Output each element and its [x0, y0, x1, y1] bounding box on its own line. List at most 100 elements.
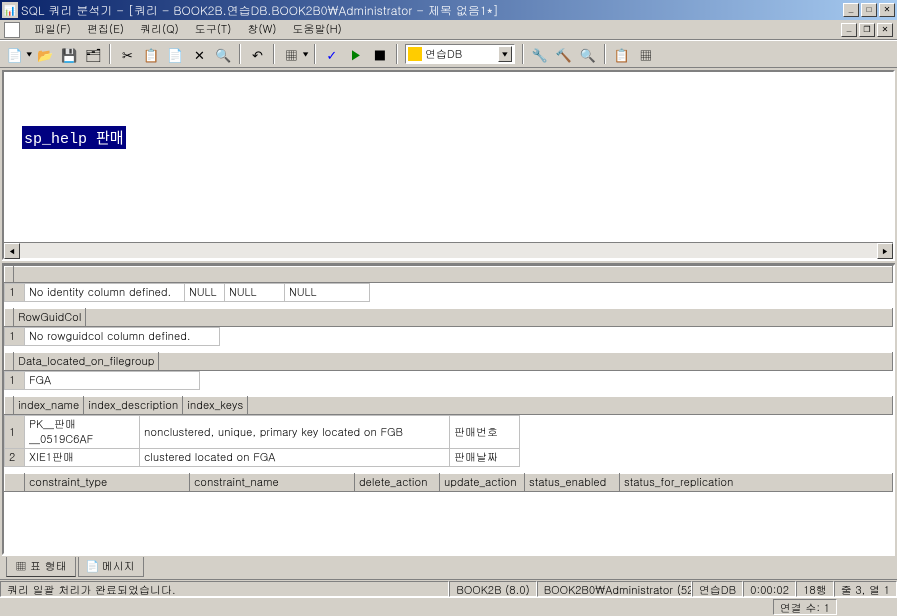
app-status-bar: 연결 수: 1 [0, 597, 897, 615]
mdi-restore-button[interactable]: ❐ [859, 23, 875, 37]
status-message: 쿼리 일괄 처리가 완료되었습니다. [0, 581, 449, 597]
column-header: status_for_replication [620, 474, 893, 492]
column-header: Data_located_on_filegroup [14, 353, 159, 371]
cut-button[interactable]: ✂ [116, 43, 138, 65]
maximize-button[interactable]: □ [861, 3, 877, 17]
grid-icon: ▦ [15, 561, 27, 573]
menu-query[interactable]: 쿼리(Q) [132, 20, 187, 39]
mdi-close-button[interactable]: ✕ [877, 23, 893, 37]
column-header: index_description [84, 397, 183, 415]
cell: FGA [25, 372, 200, 390]
dropdown-arrow-icon[interactable]: ▼ [26, 49, 32, 59]
dropdown-arrow-icon[interactable]: ▼ [302, 49, 308, 59]
column-header: constraint_type [25, 474, 190, 492]
messages-icon: 📄 [87, 561, 99, 573]
column-header: constraint_name [190, 474, 355, 492]
scroll-left-button[interactable]: ◀ [4, 243, 20, 259]
query-editor-pane: sp_help 판매 ◀ ▶ [2, 70, 895, 260]
table-row: 1 No identity column defined. NULL NULL … [5, 284, 370, 302]
row-number: 1 [5, 372, 25, 390]
column-header: update_action [440, 474, 525, 492]
copy-button[interactable]: 📋 [140, 43, 162, 65]
horizontal-scrollbar[interactable]: ◀ ▶ [4, 242, 893, 258]
content-area: sp_help 판매 ◀ ▶ 1 No identity column defi… [0, 68, 897, 579]
title-bar: 📊 SQL 쿼리 분석기 - [쿼리 - BOOK2B.연습DB.BOOK2B0… [0, 0, 897, 20]
status-time: 0:00:02 [743, 581, 796, 597]
results-pane: 1 No identity column defined. NULL NULL … [2, 264, 895, 555]
mdi-icon [4, 22, 20, 38]
column-header: RowGuidCol [14, 309, 86, 327]
find-button[interactable]: 🔍 [212, 43, 234, 65]
show-trace-button[interactable]: ▦ [635, 43, 657, 65]
paste-button[interactable]: 📄 [164, 43, 186, 65]
cell: PK__판매__0519C6AF [25, 416, 140, 449]
toolbar: 📄 ▼ 📂 💾 🗂 ✂ 📋 📄 ✕ 🔍 ↶ ▦ ▼ ✓ ▶ ■ 연습DB ▼ 🔧… [0, 40, 897, 68]
rowguidcol-result: RowGuidCol 1 No rowguidcol column define… [4, 308, 893, 346]
table-row: 1 PK__판매__0519C6AF nonclustered, unique,… [5, 416, 520, 449]
estimated-plan-button[interactable]: 🔧 [529, 43, 551, 65]
show-plan-button[interactable]: 📋 [611, 43, 633, 65]
menu-file[interactable]: 파일(F) [26, 20, 79, 39]
column-header: status_enabled [525, 474, 620, 492]
cell: 판매번호 [450, 416, 520, 449]
row-number: 1 [5, 328, 25, 346]
database-selector[interactable]: 연습DB ▼ [405, 44, 515, 64]
menu-edit[interactable]: 편집(E) [79, 20, 132, 39]
tab-messages[interactable]: 📄 메시지 [78, 557, 144, 577]
status-db: 연습DB [692, 581, 743, 597]
table-row: 1 No rowguidcol column defined. [5, 328, 220, 346]
save-button[interactable]: 💾 [58, 43, 80, 65]
cell: clustered located on FGA [140, 449, 450, 467]
database-icon [408, 47, 422, 61]
mdi-minimize-button[interactable]: _ [841, 23, 857, 37]
column-header: index_keys [183, 397, 248, 415]
menu-tool[interactable]: 도구(T) [187, 20, 240, 39]
object-search-button[interactable]: 🔍 [577, 43, 599, 65]
cell: No identity column defined. [25, 284, 185, 302]
template-button[interactable]: 🗂 [82, 43, 104, 65]
table-row: 1 FGA [5, 372, 200, 390]
tab-label: 메시지 [102, 559, 135, 574]
constraint-result: constraint_type constraint_name delete_a… [4, 473, 893, 492]
selected-sql-text: sp_help 판매 [22, 126, 126, 149]
row-number: 1 [5, 416, 25, 449]
minimize-button[interactable]: _ [843, 3, 859, 17]
menu-help[interactable]: 도움말(H) [284, 20, 349, 39]
clear-button[interactable]: ✕ [188, 43, 210, 65]
execute-button[interactable]: ▶ [345, 43, 367, 65]
row-number: 1 [5, 284, 25, 302]
results-mode-button[interactable]: ▦ [280, 43, 302, 65]
menu-bar: 파일(F) 편집(E) 쿼리(Q) 도구(T) 창(W) 도움말(H) _ ❐ … [0, 20, 897, 40]
window-title: SQL 쿼리 분석기 - [쿼리 - BOOK2B.연습DB.BOOK2B0\A… [21, 2, 843, 19]
status-bar: 쿼리 일괄 처리가 완료되었습니다. BOOK2B (8.0) BOOK2B0\… [0, 579, 897, 597]
new-button[interactable]: 📄 [4, 43, 26, 65]
status-position: 줄 3, 열 1 [834, 581, 897, 597]
app-icon: 📊 [2, 2, 18, 18]
database-name: 연습DB [425, 47, 498, 62]
column-header: index_name [14, 397, 84, 415]
status-server: BOOK2B (8.0) [449, 581, 536, 597]
tab-grid[interactable]: ▦ 표 형태 [6, 557, 76, 577]
undo-button[interactable]: ↶ [246, 43, 268, 65]
scroll-right-button[interactable]: ▶ [877, 243, 893, 259]
result-tabs: ▦ 표 형태 📄 메시지 [2, 555, 895, 577]
column-header: delete_action [355, 474, 440, 492]
dropdown-button[interactable]: ▼ [498, 46, 512, 62]
object-browser-button[interactable]: 🔨 [553, 43, 575, 65]
parse-button[interactable]: ✓ [321, 43, 343, 65]
open-button[interactable]: 📂 [34, 43, 56, 65]
cell: NULL [225, 284, 285, 302]
cell: NULL [285, 284, 370, 302]
status-connections: 연결 수: 1 [773, 599, 837, 615]
filegroup-result: Data_located_on_filegroup 1 FGA [4, 352, 893, 390]
close-button[interactable]: ✕ [879, 3, 895, 17]
row-number: 2 [5, 449, 25, 467]
stop-button[interactable]: ■ [369, 43, 391, 65]
cell: nonclustered, unique, primary key locate… [140, 416, 450, 449]
query-editor[interactable]: sp_help 판매 [4, 72, 893, 242]
identity-result: 1 No identity column defined. NULL NULL … [4, 266, 893, 302]
cell: 판매날짜 [450, 449, 520, 467]
status-user: BOOK2B0\Administrator (52 [537, 581, 692, 597]
menu-window[interactable]: 창(W) [239, 20, 284, 39]
scroll-track[interactable] [20, 243, 877, 258]
